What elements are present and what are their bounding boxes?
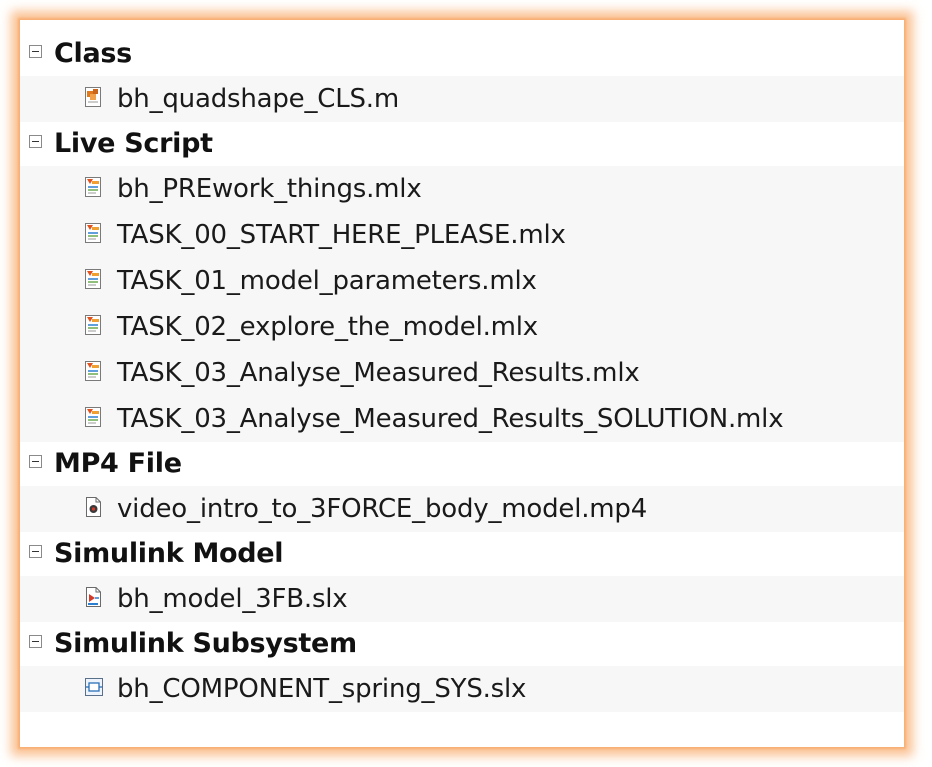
live-script-icon xyxy=(85,361,101,381)
file-name: video_intro_to_3FORCE_body_model.mp4 xyxy=(117,494,648,524)
live-script-icon xyxy=(85,269,101,289)
file-row[interactable]: TASK_00_START_HERE_PLEASE.mlx xyxy=(20,212,904,258)
file-row[interactable]: TASK_01_model_parameters.mlx xyxy=(20,258,904,304)
file-name: TASK_00_START_HERE_PLEASE.mlx xyxy=(117,220,566,250)
file-name: bh_COMPONENT_spring_SYS.slx xyxy=(117,674,527,704)
group-mp4-file: MP4 File video_intro_to_3FORCE_body_mode… xyxy=(20,442,904,532)
file-browser-panel: Class bh_quadshape_CLS.m Live Script bh_… xyxy=(20,20,904,747)
live-script-icon xyxy=(85,315,101,335)
group-title: Class xyxy=(54,38,132,69)
simulink-model-icon xyxy=(86,587,101,607)
simulink-subsystem-icon xyxy=(85,678,103,696)
collapse-icon[interactable] xyxy=(29,545,42,558)
group-items: bh_model_3FB.slx xyxy=(20,576,904,622)
group-items: bh_PREwork_things.mlx TASK_00_START_HERE… xyxy=(20,166,904,442)
group-title: MP4 File xyxy=(54,448,182,479)
file-name: TASK_03_Analyse_Measured_Results_SOLUTIO… xyxy=(117,404,784,434)
group-header[interactable]: Live Script xyxy=(20,122,904,167)
file-row[interactable]: bh_COMPONENT_spring_SYS.slx xyxy=(20,666,904,712)
file-name: TASK_03_Analyse_Measured_Results.mlx xyxy=(117,358,640,388)
group-items: video_intro_to_3FORCE_body_model.mp4 xyxy=(20,486,904,532)
group-title: Simulink Model xyxy=(54,538,284,569)
file-row[interactable]: video_intro_to_3FORCE_body_model.mp4 xyxy=(20,486,904,532)
group-title: Live Script xyxy=(54,128,213,159)
collapse-icon[interactable] xyxy=(29,135,42,148)
file-name: bh_model_3FB.slx xyxy=(117,584,348,614)
file-name: bh_PREwork_things.mlx xyxy=(117,174,422,204)
file-row[interactable]: TASK_03_Analyse_Measured_Results.mlx xyxy=(20,350,904,396)
group-header[interactable]: Simulink Subsystem xyxy=(20,622,904,667)
file-tree: Class bh_quadshape_CLS.m Live Script bh_… xyxy=(20,32,904,712)
group-simulink-model: Simulink Model bh_model_3FB.slx xyxy=(20,532,904,622)
file-row[interactable]: bh_model_3FB.slx xyxy=(20,576,904,622)
group-items: bh_quadshape_CLS.m xyxy=(20,76,904,122)
group-items: bh_COMPONENT_spring_SYS.slx xyxy=(20,666,904,712)
live-script-icon xyxy=(85,407,101,427)
collapse-icon[interactable] xyxy=(29,635,42,648)
file-name: bh_quadshape_CLS.m xyxy=(117,84,399,114)
live-script-icon xyxy=(85,223,101,243)
file-name: TASK_01_model_parameters.mlx xyxy=(117,266,537,296)
group-live-script: Live Script bh_PREwork_things.mlx TASK_0… xyxy=(20,122,904,442)
file-name: TASK_02_explore_the_model.mlx xyxy=(117,312,538,342)
collapse-icon[interactable] xyxy=(29,455,42,468)
group-header[interactable]: Class xyxy=(20,32,904,77)
group-header[interactable]: Simulink Model xyxy=(20,532,904,577)
live-script-icon xyxy=(85,177,101,197)
file-row[interactable]: bh_PREwork_things.mlx xyxy=(20,166,904,212)
video-file-icon xyxy=(86,497,101,517)
group-header[interactable]: MP4 File xyxy=(20,442,904,487)
class-file-icon xyxy=(85,87,101,107)
group-title: Simulink Subsystem xyxy=(54,628,357,659)
group-simulink-subsystem: Simulink Subsystem bh_COMPONENT_spring_S… xyxy=(20,622,904,712)
file-row[interactable]: TASK_03_Analyse_Measured_Results_SOLUTIO… xyxy=(20,396,904,442)
file-row[interactable]: TASK_02_explore_the_model.mlx xyxy=(20,304,904,350)
group-class: Class bh_quadshape_CLS.m xyxy=(20,32,904,122)
collapse-icon[interactable] xyxy=(29,45,42,58)
file-row[interactable]: bh_quadshape_CLS.m xyxy=(20,76,904,122)
